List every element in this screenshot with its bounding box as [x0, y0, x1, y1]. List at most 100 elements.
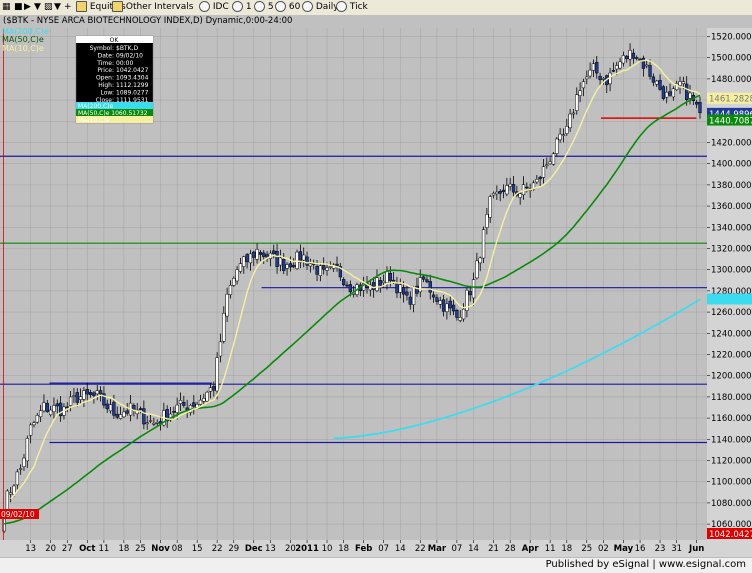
candle-body: [461, 308, 466, 320]
candle-body: [555, 138, 559, 154]
candle-body: [278, 257, 283, 266]
grid-icon[interactable]: ▦: [2, 1, 11, 14]
candle-body: [202, 398, 206, 402]
down-arrow-icon[interactable]: ▼: [34, 1, 41, 14]
candle-body: [255, 249, 259, 260]
candle-body: [378, 280, 382, 286]
cursor-date-tag: 09/02/10: [1, 510, 35, 519]
candle-body: [72, 395, 76, 397]
date-tick-label: 31: [671, 544, 682, 554]
candle-body: [671, 88, 676, 98]
ma10-price-tag: 1461.2828: [709, 95, 752, 105]
candle-body: [122, 411, 126, 418]
layout-icon[interactable]: ▧: [44, 1, 53, 14]
date-tick-label: 08: [172, 544, 183, 554]
date-tick-label: 23: [655, 544, 666, 554]
candle-body: [35, 415, 39, 423]
data-window-value: $BTK,D: [116, 45, 138, 52]
candle-body: [438, 300, 442, 305]
candle-body: [371, 282, 376, 290]
candle-body: [698, 102, 702, 114]
data-window-key: High:: [98, 82, 114, 89]
candle-body: [525, 186, 529, 189]
toolbar-label: 5: [265, 2, 274, 12]
dropdown-icon[interactable]: ▼: [54, 1, 61, 14]
candle-body: [145, 422, 149, 425]
price-tick-label: 1520.0000: [711, 32, 752, 42]
candle-body: [585, 76, 589, 80]
toolbar-item-60[interactable]: 60: [275, 1, 300, 14]
candle-body: [545, 164, 549, 167]
candle-body: [45, 403, 49, 412]
ma200-price-tag: 1271.8767: [709, 295, 752, 305]
toolbar-item-5[interactable]: 5: [254, 1, 274, 14]
candle-body: [375, 277, 379, 292]
candle-body: [245, 254, 249, 262]
candle-body: [65, 406, 69, 409]
candle-body: [581, 81, 586, 89]
price-tick-label: 1360.0000: [711, 202, 752, 212]
toolbar: ▦ ■ ▶ ▼ ▧ ▼ + Equities Other Intervals IDC 1 5…: [0, 0, 752, 16]
price-chart[interactable]: 1060.00001080.00001100.00001120.00001140…: [0, 28, 752, 557]
price-tick-label: 1120.0000: [711, 456, 752, 466]
toolbar-item-1[interactable]: 1: [232, 1, 252, 14]
candle-body: [28, 424, 33, 436]
candle-body: [398, 284, 402, 293]
candle-body: [401, 287, 406, 295]
data-window-key: Time:: [96, 60, 114, 67]
date-tick-label: 21: [488, 544, 499, 554]
candle-body: [15, 471, 19, 486]
candle-body: [95, 390, 99, 395]
candle-body: [275, 251, 279, 267]
candle-body: [292, 264, 296, 268]
toolbar-item-idc[interactable]: IDC: [199, 1, 229, 14]
date-tick-label: 28: [505, 544, 516, 554]
candle-body: [252, 251, 256, 258]
interval-icon: [275, 1, 286, 12]
toolbar-item-other-intervals[interactable]: Other Intervals: [112, 1, 193, 14]
add-icon[interactable]: +: [64, 1, 72, 14]
date-tick-label: 14: [468, 544, 479, 554]
candle-body: [318, 265, 323, 276]
candle-body: [495, 191, 499, 195]
toolbar-item-tick[interactable]: Tick: [336, 1, 368, 14]
date-tick-label: Dec: [245, 544, 263, 554]
data-window-key: Date:: [98, 52, 114, 59]
data-window-key: Symbol:: [90, 45, 114, 52]
price-tick-label: 1160.0000: [711, 414, 752, 424]
candle-body: [645, 64, 649, 67]
toolbar-item-daily[interactable]: Daily: [302, 1, 339, 14]
date-tick-label: Jun: [688, 544, 704, 554]
candle-body: [248, 253, 253, 264]
candle-body: [678, 81, 682, 86]
data-window-key: Open:: [96, 75, 114, 82]
candle-body: [648, 65, 652, 77]
price-tick-label: 1240.0000: [711, 329, 752, 339]
data-window-value: 09/02/10: [116, 52, 143, 59]
candle-body: [445, 303, 449, 312]
candle-body: [108, 404, 113, 412]
candle-body: [242, 256, 246, 267]
candle-body: [105, 403, 109, 410]
candle-body: [548, 161, 552, 164]
candle-body: [345, 284, 349, 287]
candle-body: [538, 176, 542, 180]
candle-body: [655, 80, 659, 85]
candle-body: [52, 405, 56, 413]
candle-body: [198, 399, 203, 405]
save-icon[interactable]: ■: [14, 1, 23, 14]
arrow-icon[interactable]: ▶: [24, 1, 31, 14]
candle-body: [98, 390, 103, 395]
candle-body: [501, 189, 506, 193]
candle-body: [125, 410, 129, 414]
date-tick-label: 15: [192, 544, 203, 554]
candle-body: [285, 264, 289, 269]
date-tick-label: Nov: [151, 544, 170, 554]
folder-icon: [76, 1, 87, 12]
data-window-value: 00:00: [116, 60, 133, 67]
toolbar-label: Daily: [313, 2, 339, 12]
candle-body: [282, 259, 286, 271]
date-tick-label: 13: [25, 544, 36, 554]
candle-body: [272, 250, 276, 254]
candle-body: [601, 78, 606, 80]
